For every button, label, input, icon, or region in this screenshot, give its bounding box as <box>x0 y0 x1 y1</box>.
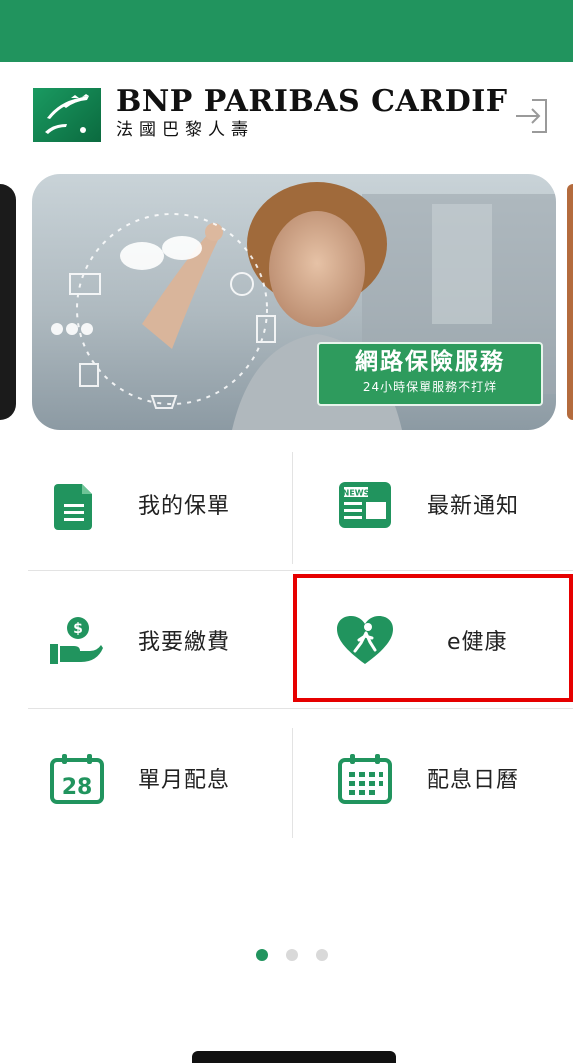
menu-label: 我要繳費 <box>138 630 231 655</box>
page-dot[interactable] <box>316 949 328 961</box>
logout-icon[interactable] <box>512 96 552 136</box>
menu-label: 配息日曆 <box>427 768 520 793</box>
menu-payment[interactable]: $ 我要繳費 <box>0 584 280 702</box>
previous-banner-peek <box>0 184 16 420</box>
svg-text:NEWS: NEWS <box>343 489 370 498</box>
brand-name-zh: 法國巴黎人壽 <box>116 120 254 140</box>
page-dot-active[interactable] <box>256 949 268 961</box>
next-banner-peek <box>567 184 573 420</box>
menu-label: 單月配息 <box>138 768 231 793</box>
menu-label: 最新通知 <box>427 494 520 519</box>
banner-subtitle: 24小時保單服務不打烊 <box>362 380 498 394</box>
bnp-logo <box>33 88 101 142</box>
menu-dividend-calendar[interactable]: 配息日曆 <box>293 722 573 840</box>
brand-name: BNP PARIBAS CARDIF 法國巴黎人壽 <box>116 84 508 141</box>
menu-my-policy[interactable]: 我的保單 <box>0 448 280 566</box>
svg-text:28: 28 <box>62 775 93 800</box>
svg-text:$: $ <box>73 621 83 637</box>
banner-slide[interactable]: 網路保險服務 24小時保單服務不打烊 <box>32 174 556 430</box>
divider <box>28 570 573 571</box>
app-header: BNP PARIBAS CARDIF 法國巴黎人壽 <box>0 80 573 150</box>
calendar-grid-icon <box>335 752 392 806</box>
menu-monthly-dividend[interactable]: 28 單月配息 <box>0 722 280 840</box>
banner-caption: 網路保險服務 24小時保單服務不打烊 <box>317 342 543 406</box>
calendar-28-icon: 28 <box>48 752 104 806</box>
page-dot[interactable] <box>286 949 298 961</box>
menu-latest-news[interactable]: NEWS 最新通知 <box>293 448 573 566</box>
page-indicator <box>256 949 336 963</box>
banner-carousel[interactable]: 網路保險服務 24小時保單服務不打烊 <box>0 174 573 430</box>
brand-name-en: BNP PARIBAS CARDIF <box>116 84 508 119</box>
news-icon: NEWS <box>335 478 391 532</box>
document-icon <box>48 478 102 532</box>
divider <box>28 708 573 709</box>
menu-label: 我的保單 <box>138 494 231 519</box>
payment-hand-icon: $ <box>48 614 103 668</box>
status-bar <box>0 0 573 62</box>
banner-title: 網路保險服務 <box>355 349 505 375</box>
selection-highlight <box>293 574 573 702</box>
home-indicator[interactable] <box>192 1051 396 1063</box>
